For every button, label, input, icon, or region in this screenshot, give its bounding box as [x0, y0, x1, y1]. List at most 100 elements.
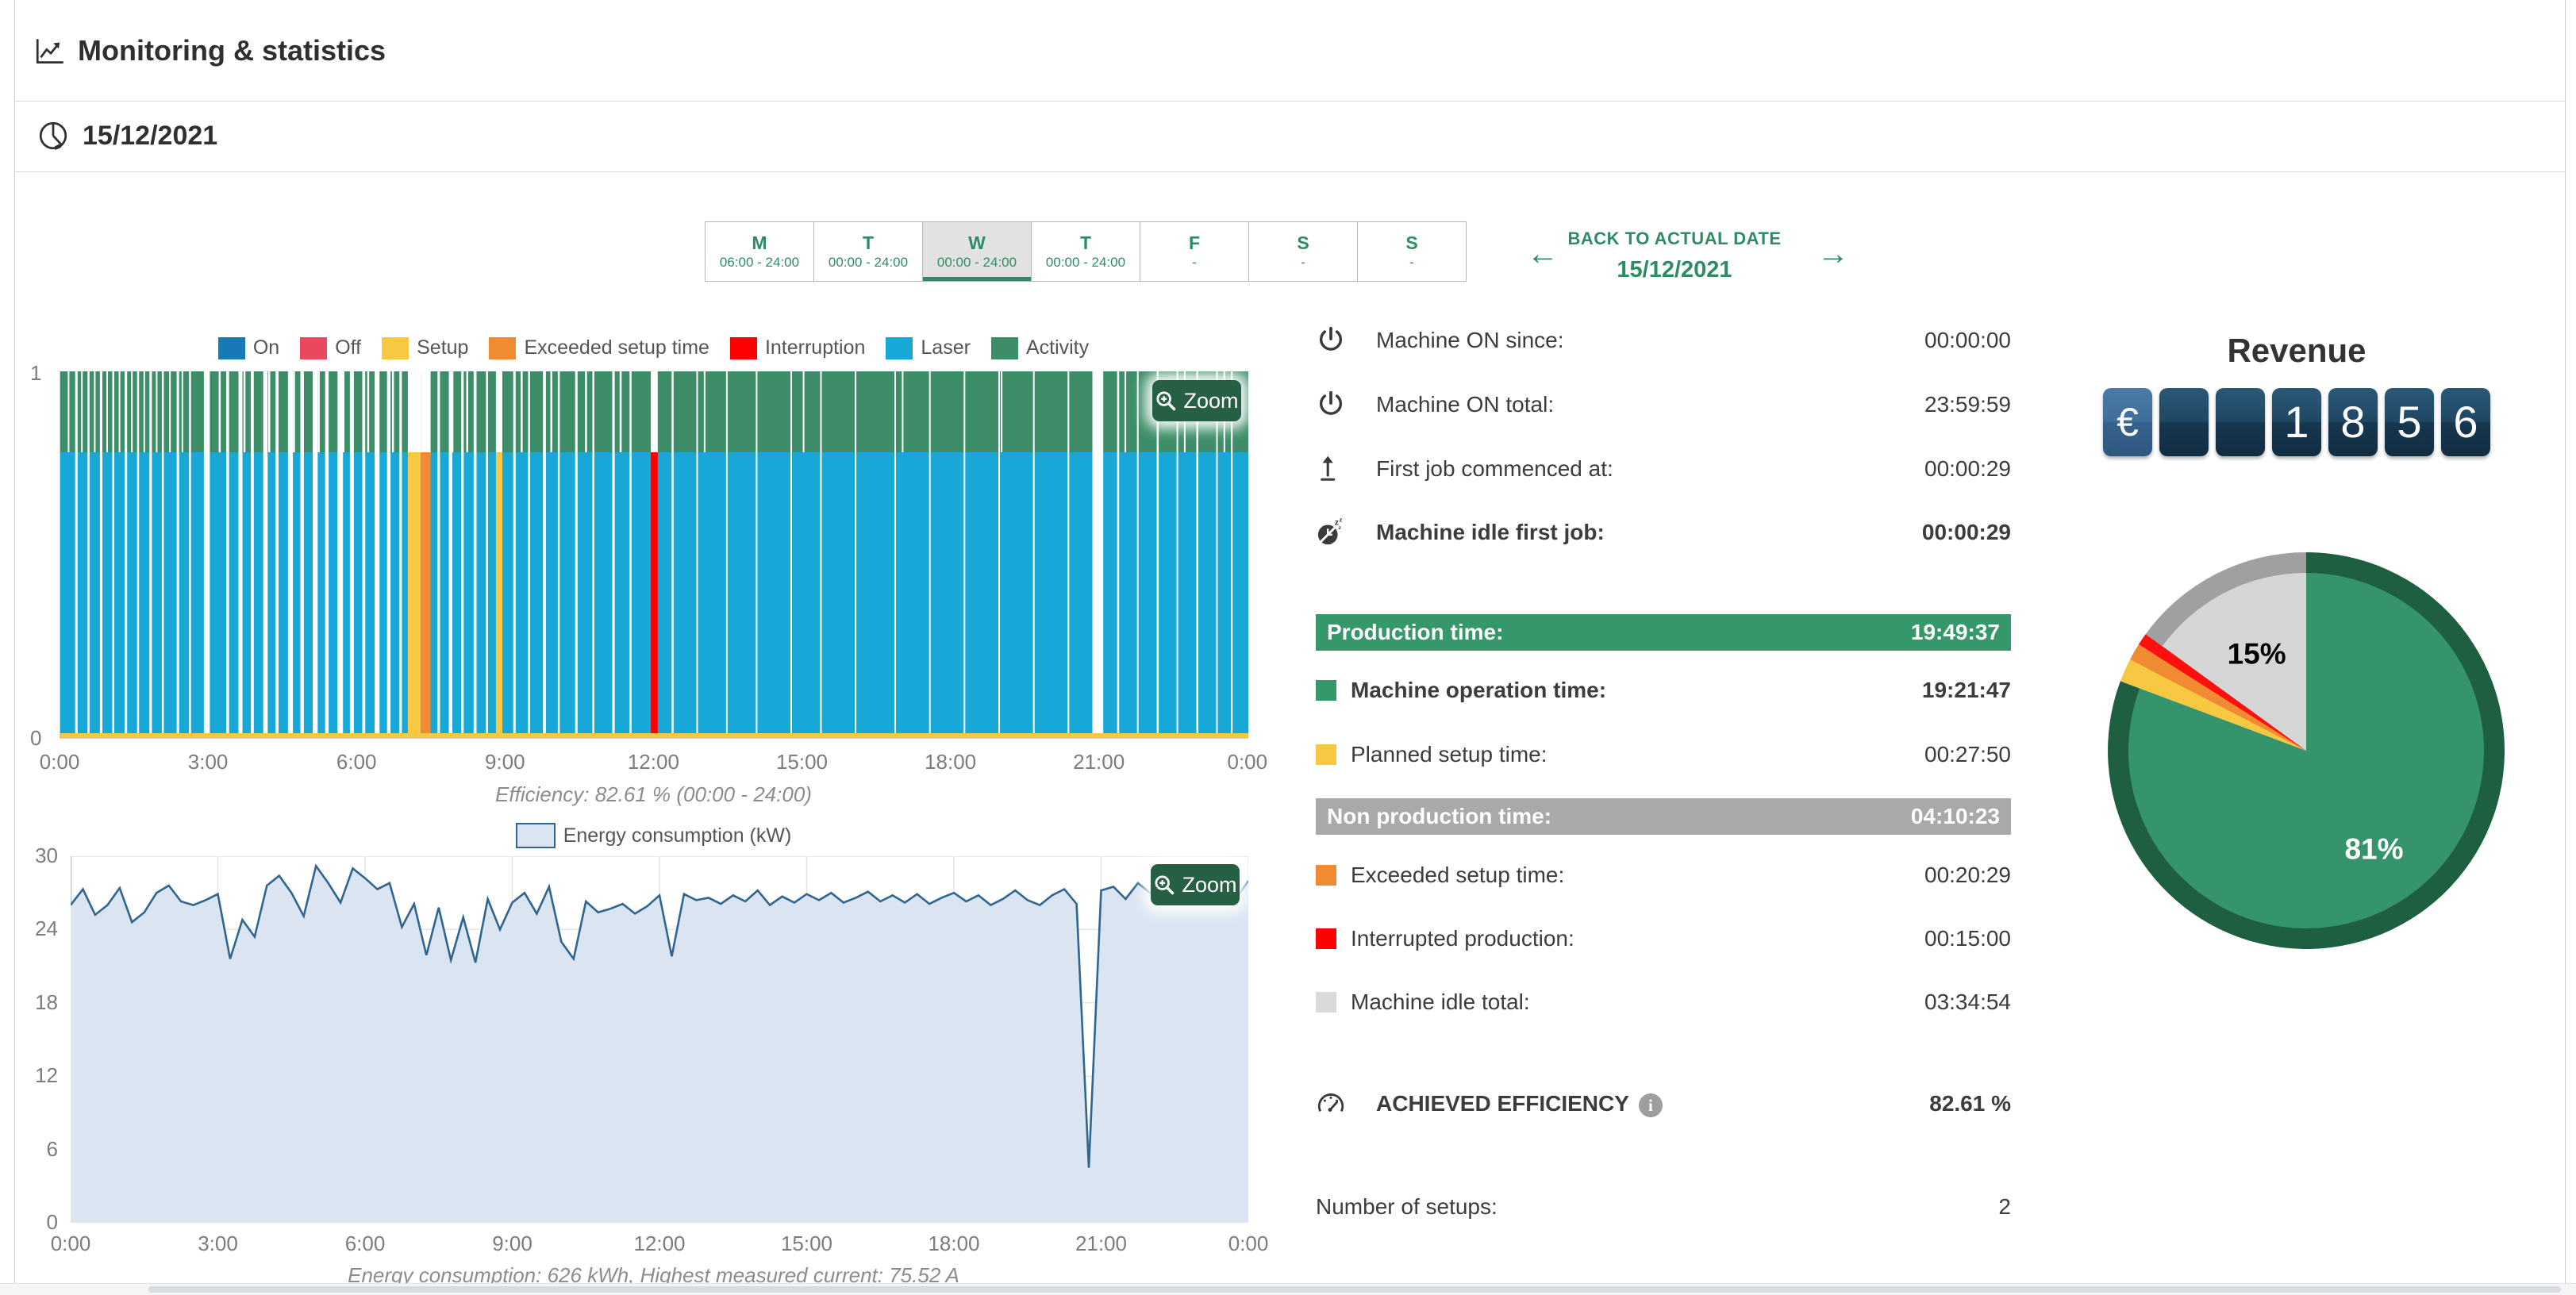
energy-x-label: 3:00 [190, 1232, 246, 1256]
week-day-selector: M 06:00 - 24:00 T 00:00 - 24:00 W 00:00 … [705, 221, 1467, 282]
magnifier-plus-icon [1153, 874, 1175, 896]
legend-swatch [886, 337, 913, 359]
stat-label: Exceeded setup time: [1351, 856, 1564, 894]
day-label: S [1405, 232, 1417, 254]
stat-color-swatch [1316, 865, 1336, 886]
legend-item-interruption[interactable]: Interruption [730, 336, 865, 359]
section-bar-value: 04:10:23 [1911, 798, 2000, 835]
legend-item-on[interactable]: On [218, 336, 279, 359]
timeline-x-label: 12:00 [625, 750, 681, 774]
week-day-cell-1[interactable]: T 00:00 - 24:00 [814, 222, 923, 281]
back-to-actual-date-button[interactable]: BACK TO ACTUAL DATE 15/12/2021 [1555, 229, 1794, 283]
section-bar-label: Non production time: [1327, 798, 1551, 835]
day-label: T [1080, 232, 1091, 254]
scrollbar-thumb[interactable] [148, 1286, 2561, 1293]
timeline-zoom-button[interactable]: Zoom [1152, 380, 1241, 421]
energy-legend-swatch[interactable] [516, 823, 556, 848]
week-day-cell-4[interactable]: F - [1140, 222, 1249, 281]
stat-row-number-of-setups-: Number of setups: 2 [1316, 1188, 2011, 1226]
week-day-cell-2[interactable]: W 00:00 - 24:00 [923, 222, 1032, 281]
date-divider [14, 171, 2566, 172]
legend-swatch [382, 337, 409, 359]
week-day-cell-3[interactable]: T 00:00 - 24:00 [1032, 222, 1140, 281]
zoom-button-label: Zoom [1183, 389, 1238, 413]
legend-label: Interruption [765, 336, 865, 359]
week-day-cell-6[interactable]: S - [1358, 222, 1466, 281]
revenue-digit-tile-1 [2159, 388, 2209, 456]
legend-item-exceeded-setup-time[interactable]: Exceeded setup time [489, 336, 709, 359]
stat-value: 19:21:47 [1922, 671, 2011, 709]
stat-value: 00:00:29 [1922, 513, 2011, 551]
energy-y-label: 12 [14, 1063, 58, 1088]
day-label: W [968, 232, 986, 254]
stat-label: Planned setup time: [1351, 736, 1548, 774]
stat-value: 2 [1998, 1188, 2011, 1226]
revenue-title: Revenue [2103, 332, 2490, 370]
energy-x-label: 18:00 [926, 1232, 982, 1256]
selected-date-title: 15/12/2021 [83, 118, 217, 153]
stat-label: Machine idle first job: [1376, 513, 1605, 551]
energy-legend: Energy consumption (kW) [60, 823, 1248, 848]
stat-label: ACHIEVED EFFICIENCYi [1376, 1085, 1663, 1123]
stat-value: 00:20:29 [1924, 856, 2011, 894]
stat-color-swatch [1316, 680, 1336, 701]
legend-item-setup[interactable]: Setup [382, 336, 468, 359]
legend-swatch [218, 337, 245, 359]
date-pie-icon [37, 119, 70, 156]
revenue-digit-tile-2 [2216, 388, 2265, 456]
monitoring-chart-icon [33, 35, 67, 72]
revenue-digit-tile-5: 5 [2385, 388, 2434, 456]
time-distribution-pie-chart: 81%15% [2100, 544, 2513, 957]
stat-row-machine-operation-time-: Machine operation time:19:21:47 [1316, 671, 2011, 709]
energy-y-label: 30 [14, 843, 58, 868]
stat-value: 00:15:00 [1924, 920, 2011, 958]
stat-row-machine-idle-first-job-: zzzMachine idle first job:00:00:29 [1316, 513, 2011, 551]
stat-label: Number of setups: [1316, 1188, 1498, 1226]
legend-item-off[interactable]: Off [300, 336, 361, 359]
legend-swatch [991, 337, 1018, 359]
first-job-icon [1316, 453, 1346, 487]
timeline-x-label: 9:00 [477, 750, 533, 774]
section-bar-label: Production time: [1327, 614, 1503, 651]
day-range: - [1301, 254, 1305, 271]
section-bar-production-time-: Production time: 19:49:37 [1316, 614, 2011, 651]
legend-label: Activity [1026, 336, 1089, 359]
stat-row-first-job-commenced-at-: First job commenced at:00:00:29 [1316, 450, 2011, 488]
nav-current-date[interactable]: 15/12/2021 [1555, 257, 1794, 283]
next-day-arrow[interactable]: → [1817, 238, 1849, 270]
timeline-y-min-label: 0 [30, 726, 41, 751]
stat-value: 00:00:00 [1924, 321, 2011, 359]
day-label: T [863, 232, 874, 254]
selected-day-underline [923, 277, 1031, 281]
day-range: 00:00 - 24:00 [829, 254, 908, 271]
day-range: - [1192, 254, 1197, 271]
week-day-cell-5[interactable]: S - [1249, 222, 1358, 281]
energy-consumption-chart[interactable] [71, 856, 1248, 1223]
revenue-digit-tile-6: 6 [2441, 388, 2490, 456]
day-range: 00:00 - 24:00 [1046, 254, 1125, 271]
power-icon [1316, 389, 1346, 423]
machine-state-timeline-chart[interactable] [60, 371, 1248, 739]
back-to-actual-date-label[interactable]: BACK TO ACTUAL DATE [1555, 229, 1794, 249]
energy-x-label: 0:00 [43, 1232, 98, 1256]
timeline-y-max-label: 1 [30, 361, 41, 386]
card-left-border [14, 0, 15, 1295]
energy-y-label: 18 [14, 990, 58, 1015]
stat-value: 00:27:50 [1924, 736, 2011, 774]
horizontal-scrollbar [0, 1283, 2576, 1295]
prev-day-arrow[interactable]: ← [1527, 238, 1559, 270]
timeline-x-label: 0:00 [1220, 750, 1275, 774]
section-bar-non-production-time-: Non production time: 04:10:23 [1316, 798, 2011, 835]
week-day-cell-0[interactable]: M 06:00 - 24:00 [706, 222, 814, 281]
info-icon[interactable]: i [1639, 1093, 1663, 1117]
energy-legend-label[interactable]: Energy consumption (kW) [563, 824, 792, 847]
stat-value: 03:34:54 [1924, 983, 2011, 1021]
energy-zoom-button[interactable]: Zoom [1151, 864, 1240, 905]
legend-item-laser[interactable]: Laser [886, 336, 971, 359]
magnifier-plus-icon [1155, 390, 1177, 412]
timeline-x-label: 6:00 [329, 750, 384, 774]
power-icon [1316, 325, 1346, 359]
energy-x-label: 9:00 [485, 1232, 540, 1256]
legend-item-activity[interactable]: Activity [991, 336, 1089, 359]
stat-value: 00:00:29 [1924, 450, 2011, 488]
